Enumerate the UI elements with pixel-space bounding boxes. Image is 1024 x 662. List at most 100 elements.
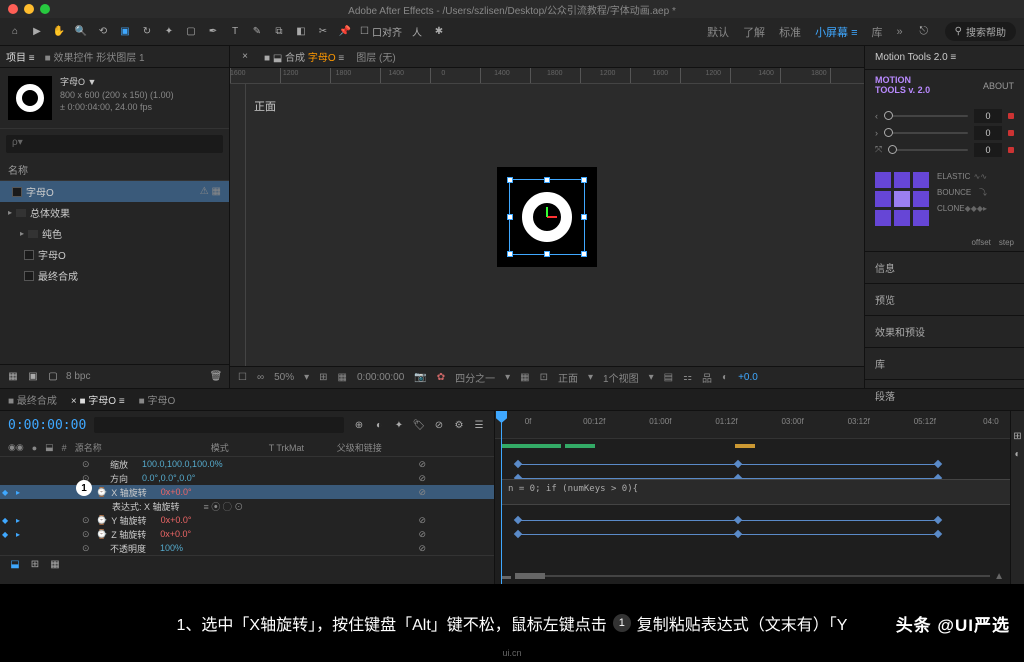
vc-icon[interactable]: ▦ [338, 372, 347, 383]
zoom-dropdown[interactable]: 50% [274, 372, 294, 383]
layer-dropdown[interactable]: 图层 (无) [356, 49, 395, 64]
zoom-tool[interactable]: 🔍 [74, 25, 88, 39]
timeline-ruler[interactable]: 0f00:12f01:00f01:12f03:00f03:12f05:12f04… [495, 411, 1024, 439]
handle-br[interactable] [581, 251, 587, 257]
anchor-br[interactable] [913, 210, 929, 226]
tl-icon[interactable]: ✦ [392, 418, 406, 432]
workspace-learn[interactable]: 了解 [743, 24, 765, 40]
camera-tool[interactable]: ▣ [118, 25, 132, 39]
folder-icon[interactable]: ▢ [46, 370, 60, 384]
panel-section[interactable]: 效果和预设 [865, 316, 1024, 348]
panel-section[interactable]: 预览 [865, 284, 1024, 316]
roto-tool[interactable]: ✂ [316, 25, 330, 39]
pen-tool[interactable]: ✒ [206, 25, 220, 39]
shape-tool[interactable]: ▢ [184, 25, 198, 39]
anchor-center[interactable] [894, 191, 910, 207]
channel-icon[interactable]: ✿ [437, 372, 445, 383]
keyframe[interactable] [934, 516, 942, 524]
extra-icon-2[interactable]: ✱ [432, 25, 446, 39]
project-search[interactable]: ρ▾ [6, 135, 223, 153]
handle-ml[interactable] [507, 214, 513, 220]
exposure-value[interactable]: +0.0 [738, 372, 758, 383]
arrow-left-icon[interactable]: ‹ [875, 111, 878, 121]
workspace-standard[interactable]: 标准 [779, 24, 801, 40]
tl-icon[interactable]: ⊘ [432, 418, 446, 432]
keyframe[interactable] [934, 460, 942, 468]
slider-2[interactable] [884, 132, 968, 134]
eraser-tool[interactable]: ◧ [294, 25, 308, 39]
slider-3[interactable] [888, 149, 968, 151]
minimize-window[interactable] [24, 4, 34, 14]
vc-icon[interactable]: ▤ [664, 372, 673, 383]
maximize-window[interactable] [40, 4, 50, 14]
slider-1[interactable] [884, 115, 968, 117]
current-timecode[interactable]: 0:00:00:00 [8, 418, 86, 433]
anchor-tool[interactable]: ✦ [162, 25, 176, 39]
tl-icon[interactable]: ⚙ [452, 418, 466, 432]
slider-1-value[interactable]: 0 [974, 109, 1002, 123]
sync-icon[interactable]: ⎋ [917, 25, 931, 39]
handle-tr[interactable] [581, 177, 587, 183]
arrow-right-icon[interactable]: › [875, 128, 878, 138]
puppet-tool[interactable]: 📌 [338, 25, 352, 39]
handle-mr[interactable] [581, 214, 587, 220]
new-comp-icon[interactable]: ▣ [26, 370, 40, 384]
tl-icon[interactable]: ◐ [372, 418, 386, 432]
record-dot[interactable] [1008, 130, 1014, 136]
workspace-small[interactable]: 小屏幕 ≡ [815, 24, 857, 40]
anchor-mr[interactable] [913, 191, 929, 207]
clone-tool[interactable]: ⧉ [272, 25, 286, 39]
tl-icon[interactable]: ☰ [472, 418, 486, 432]
anchor-bl[interactable] [875, 210, 891, 226]
vc-icon[interactable]: ∞ [257, 372, 264, 383]
trash-icon[interactable]: 🗑 [209, 370, 223, 384]
interpret-icon[interactable]: ▦ [6, 370, 20, 384]
slider-2-value[interactable]: 0 [974, 126, 1002, 140]
timeline-search[interactable] [94, 417, 344, 433]
project-item[interactable]: ▸纯色 [0, 223, 229, 244]
clone-label[interactable]: CLONE [937, 204, 965, 213]
record-dot[interactable] [1008, 113, 1014, 119]
brush-tool[interactable]: ✎ [250, 25, 264, 39]
vc-icon[interactable]: ⚏ [683, 372, 692, 383]
playhead[interactable] [501, 411, 502, 584]
handle-tm[interactable] [544, 177, 550, 183]
record-dot[interactable] [1008, 147, 1014, 153]
timeline-tab[interactable]: ■ 最终合成 [8, 392, 57, 407]
anchor-bm[interactable] [894, 210, 910, 226]
marker[interactable] [735, 444, 755, 448]
tl-toggle-icon[interactable]: ⊞ [28, 558, 42, 572]
project-item[interactable]: 最终合成 [0, 265, 229, 286]
expression-editor[interactable]: n = 0; if (numKeys > 0){ [501, 479, 1014, 505]
anchor-tr[interactable] [913, 172, 929, 188]
timeline-property-row[interactable]: ◆▸⊙⌚Z 轴旋转0x+0.0°⊘ [0, 527, 494, 541]
viewer[interactable]: 1600120018001400014001800120016001200140… [230, 68, 864, 366]
timeline-property-row[interactable]: 表达式: X 轴旋转≡ ⦿ ◯ ⊙ [0, 499, 494, 513]
timeline-tracks[interactable]: 0f00:12f01:00f01:12f03:00f03:12f05:12f04… [495, 411, 1024, 584]
work-area[interactable] [501, 444, 561, 448]
bounce-label[interactable]: BOUNCE [937, 188, 971, 197]
tl-icon[interactable]: ⊕ [352, 418, 366, 432]
project-item[interactable]: ▸总体效果 [0, 202, 229, 223]
handle-tl[interactable] [507, 177, 513, 183]
workspace-default[interactable]: 默认 [707, 24, 729, 40]
tl-icon[interactable]: 🏷 [412, 418, 426, 432]
tab-effect-controls[interactable]: ■ 效果控件 形状图层 1 [45, 49, 145, 64]
handle-bl[interactable] [507, 251, 513, 257]
anchor-tl[interactable] [875, 172, 891, 188]
timeline-tab[interactable]: ■ 字母O [139, 392, 176, 407]
slider-3-value[interactable]: 0 [974, 143, 1002, 157]
both-arrow-icon[interactable]: ⤧ [875, 144, 882, 155]
snap-toggle[interactable]: ☐口对齐 [360, 24, 402, 39]
timeline-property-row[interactable]: ⊙方向0.0°,0.0°,0.0°⊘ [0, 471, 494, 485]
extra-icon[interactable]: 人 [410, 25, 424, 39]
zoom-slider[interactable] [515, 573, 545, 579]
elastic-label[interactable]: ELASTIC [937, 172, 970, 181]
handle-bm[interactable] [544, 251, 550, 257]
close-window[interactable] [8, 4, 18, 14]
vc-icon[interactable]: ◐ [722, 372, 728, 383]
about-button[interactable]: ABOUT [983, 81, 1014, 91]
type-tool[interactable]: T [228, 25, 242, 39]
vc-icon[interactable]: ☐ [238, 372, 247, 383]
project-item[interactable]: 字母O [0, 244, 229, 265]
